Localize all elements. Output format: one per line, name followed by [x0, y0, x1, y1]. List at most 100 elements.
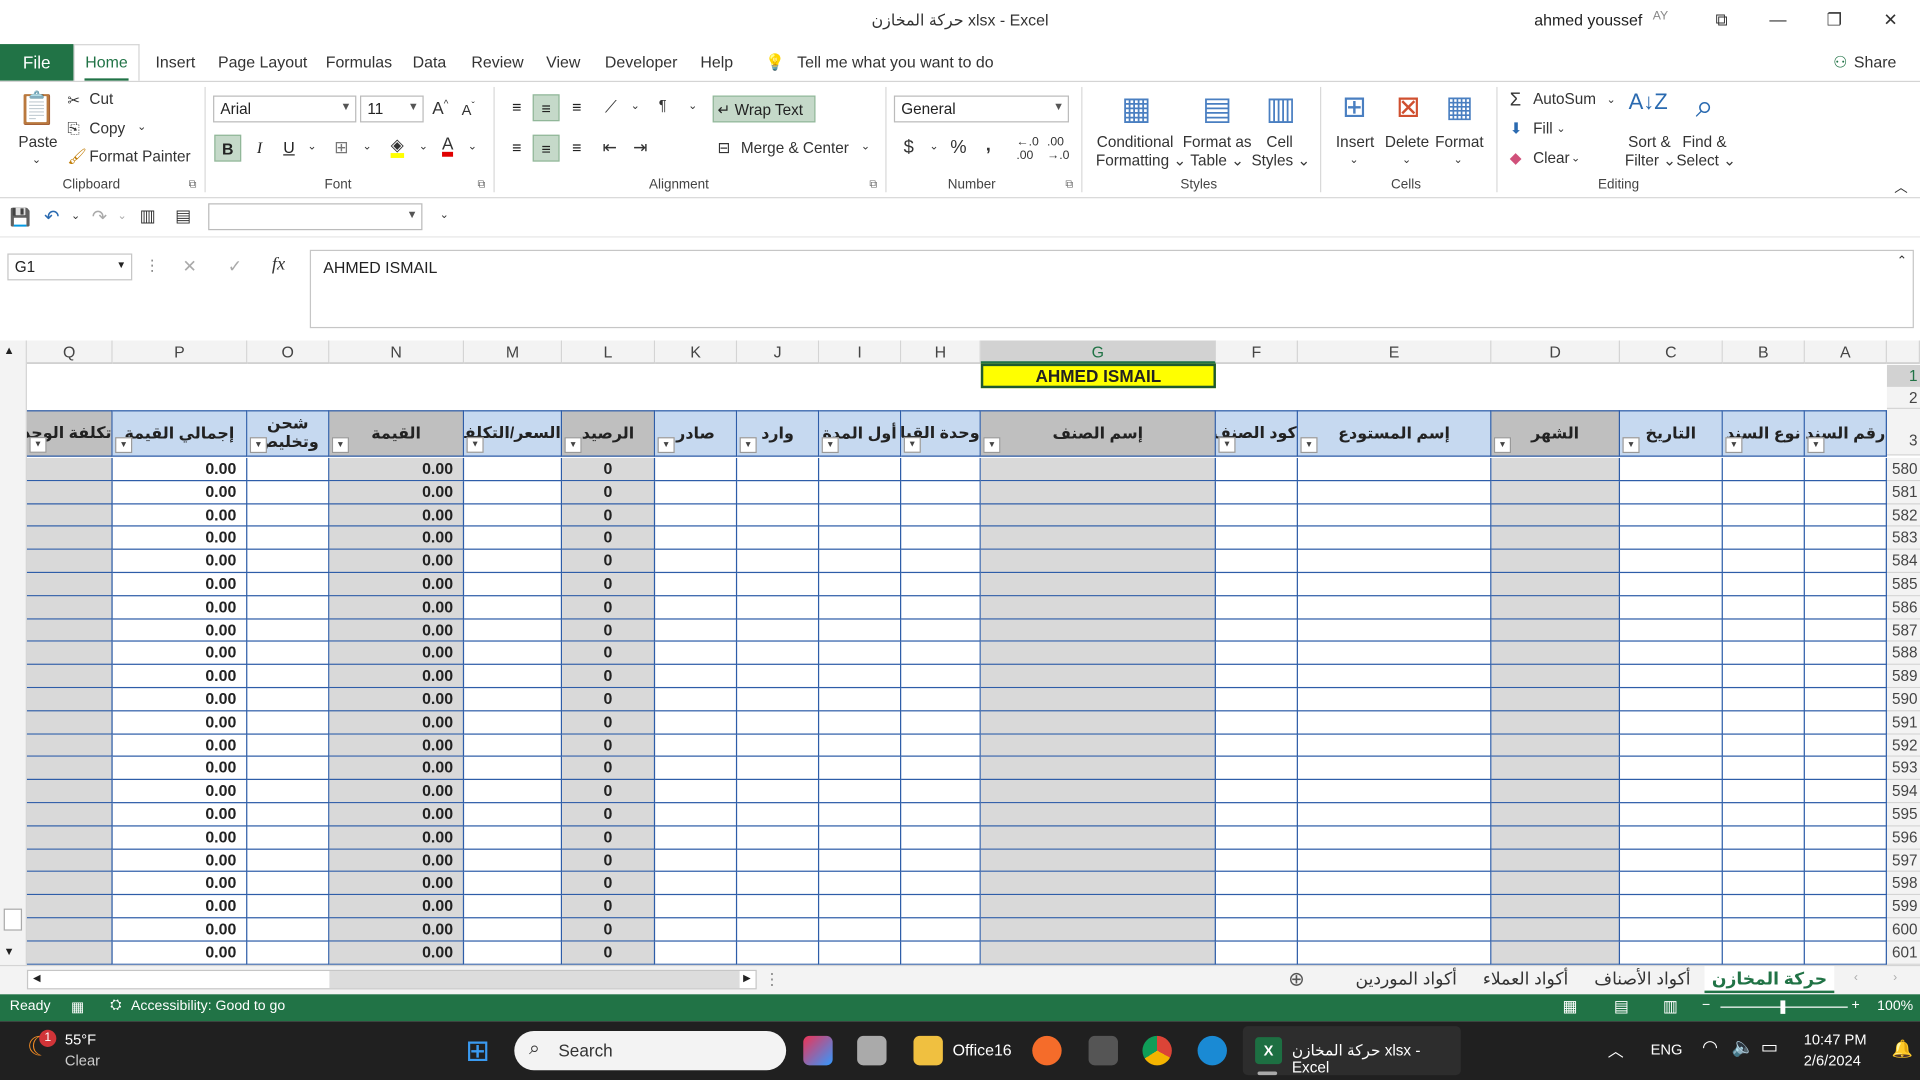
table-cell[interactable] [819, 642, 902, 666]
table-cell[interactable] [464, 849, 563, 873]
table-cell[interactable] [247, 918, 330, 942]
table-cell[interactable] [901, 849, 981, 873]
row-header[interactable]: 594 [1886, 780, 1920, 804]
table-cell[interactable] [655, 550, 738, 574]
table-cell[interactable] [819, 596, 902, 620]
table-cell[interactable] [819, 527, 902, 551]
table-cell[interactable] [1297, 872, 1492, 896]
share-button[interactable]: Share [1854, 53, 1896, 71]
align-bottom-icon[interactable]: ≡ [563, 94, 590, 121]
header-cell-i[interactable]: أول المدة ▼ [819, 410, 902, 457]
tab-home[interactable]: Home [73, 44, 140, 81]
copy-button[interactable]: Copy [89, 120, 125, 137]
table-cell[interactable] [1722, 872, 1805, 896]
table-cell[interactable] [26, 573, 113, 597]
row-header[interactable]: 593 [1886, 757, 1920, 781]
row-header[interactable]: 600 [1886, 918, 1920, 942]
scroll-down-icon[interactable]: ▼ [4, 945, 15, 957]
table-cell[interactable] [1297, 665, 1492, 689]
avatar[interactable]: AY [1648, 10, 1672, 32]
table-cell[interactable] [247, 596, 330, 620]
table-cell[interactable]: 0.00 [329, 803, 465, 827]
align-center-icon[interactable]: ≡ [532, 134, 560, 162]
table-cell[interactable] [737, 665, 820, 689]
font-color-icon[interactable]: A [442, 135, 454, 157]
save-icon[interactable]: 💾 [10, 207, 31, 228]
cell-styles-icon[interactable]: ▥ [1260, 89, 1302, 131]
chevron-down-icon[interactable]: ⌄ [32, 153, 41, 166]
table-cell[interactable] [26, 711, 113, 735]
table-cell[interactable]: 0 [562, 457, 656, 481]
table-cell[interactable]: 0 [562, 527, 656, 551]
table-cell[interactable] [901, 734, 981, 758]
table-cell[interactable] [1491, 711, 1621, 735]
header-cell-o[interactable]: شحن وتخليص ▼ [247, 410, 330, 457]
table-cell[interactable] [26, 872, 113, 896]
table-cell[interactable]: 0.00 [329, 757, 465, 781]
page-layout-view-icon[interactable]: ▤ [1614, 997, 1629, 1017]
autosum-icon[interactable]: Σ [1510, 89, 1521, 110]
filter-dropdown-icon[interactable]: ▼ [564, 437, 582, 454]
table-cell[interactable] [1215, 688, 1298, 712]
ribbon-display-icon[interactable]: ⧉ [1697, 5, 1746, 34]
tab-formulas[interactable]: Formulas [326, 53, 392, 71]
row-header[interactable]: 595 [1886, 803, 1920, 827]
text-direction-icon[interactable]: ¶ [659, 97, 667, 114]
table-cell[interactable] [1804, 849, 1887, 873]
header-cell-g[interactable]: إسم الصنف ▼ [980, 410, 1216, 457]
copy-icon[interactable]: ⎘ [67, 120, 79, 138]
scroll-right-icon[interactable]: ▶ [743, 972, 751, 983]
insert-function-icon[interactable]: fx [272, 255, 285, 276]
table-cell[interactable]: 0.00 [112, 642, 248, 666]
formula-input[interactable]: AHMED ISMAIL [309, 249, 1914, 329]
table-cell[interactable]: 0 [562, 734, 656, 758]
prev-sheet-icon[interactable]: ‹ [1854, 971, 1858, 984]
table-cell[interactable] [1215, 780, 1298, 804]
redo-icon[interactable]: ↷ [92, 206, 107, 228]
table-cell[interactable]: 0.00 [329, 503, 465, 528]
tab-page-layout[interactable]: Page Layout [218, 53, 307, 71]
table-cell[interactable] [464, 711, 563, 735]
chevron-down-icon[interactable]: ⌄ [1607, 93, 1616, 106]
sheet-tab-inventory[interactable]: حركة المخازن [1704, 966, 1835, 994]
table-cell[interactable] [1215, 918, 1298, 942]
close-icon[interactable]: ✕ [1866, 5, 1915, 34]
macro-icon[interactable]: ▦ [71, 998, 84, 1015]
table-cell[interactable] [1620, 596, 1723, 620]
header-cell-m[interactable]: السعر/التكلفة ▼ [464, 410, 563, 457]
battery-icon[interactable]: ▭ [1761, 1036, 1778, 1058]
table-cell[interactable] [655, 665, 738, 689]
table-cell[interactable] [1215, 550, 1298, 574]
table-cell[interactable]: 0.00 [329, 780, 465, 804]
table-cell[interactable]: 0.00 [112, 527, 248, 551]
header-cell-k[interactable]: صادر ▼ [655, 410, 738, 457]
table-cell[interactable] [819, 550, 902, 574]
decrease-indent-icon[interactable]: ⇤ [602, 137, 616, 158]
table-cell[interactable]: 0.00 [112, 872, 248, 896]
table-cell[interactable] [980, 918, 1216, 942]
table-cell[interactable] [1620, 711, 1723, 735]
row-header[interactable]: 588 [1886, 642, 1920, 666]
table-cell[interactable] [1722, 573, 1805, 597]
table-cell[interactable] [1804, 596, 1887, 620]
chevron-down-icon[interactable]: ⌄ [688, 99, 697, 112]
table-cell[interactable] [1722, 457, 1805, 481]
fill-color-icon[interactable]: ◈ [390, 136, 404, 158]
table-cell[interactable] [1215, 642, 1298, 666]
clipboard-launcher-icon[interactable]: ⧉ [189, 178, 197, 191]
column-header-b[interactable]: B [1722, 340, 1805, 364]
table-cell[interactable] [26, 826, 113, 850]
table-cell[interactable] [737, 688, 820, 712]
column-header-l[interactable]: L [562, 340, 656, 364]
currency-button[interactable]: $ [904, 137, 914, 158]
tab-file[interactable]: File [0, 44, 74, 81]
table-cell[interactable] [26, 803, 113, 827]
bold-button[interactable]: B [214, 134, 242, 162]
table-cell[interactable] [1722, 734, 1805, 758]
wifi-icon[interactable]: ◠ [1702, 1036, 1718, 1058]
table-cell[interactable]: 0.00 [112, 734, 248, 758]
row-header[interactable]: 582 [1886, 503, 1920, 528]
table-cell[interactable]: 0.00 [112, 918, 248, 942]
table-cell[interactable]: 0 [562, 550, 656, 574]
scroll-up-icon[interactable]: ▲ [4, 344, 15, 356]
